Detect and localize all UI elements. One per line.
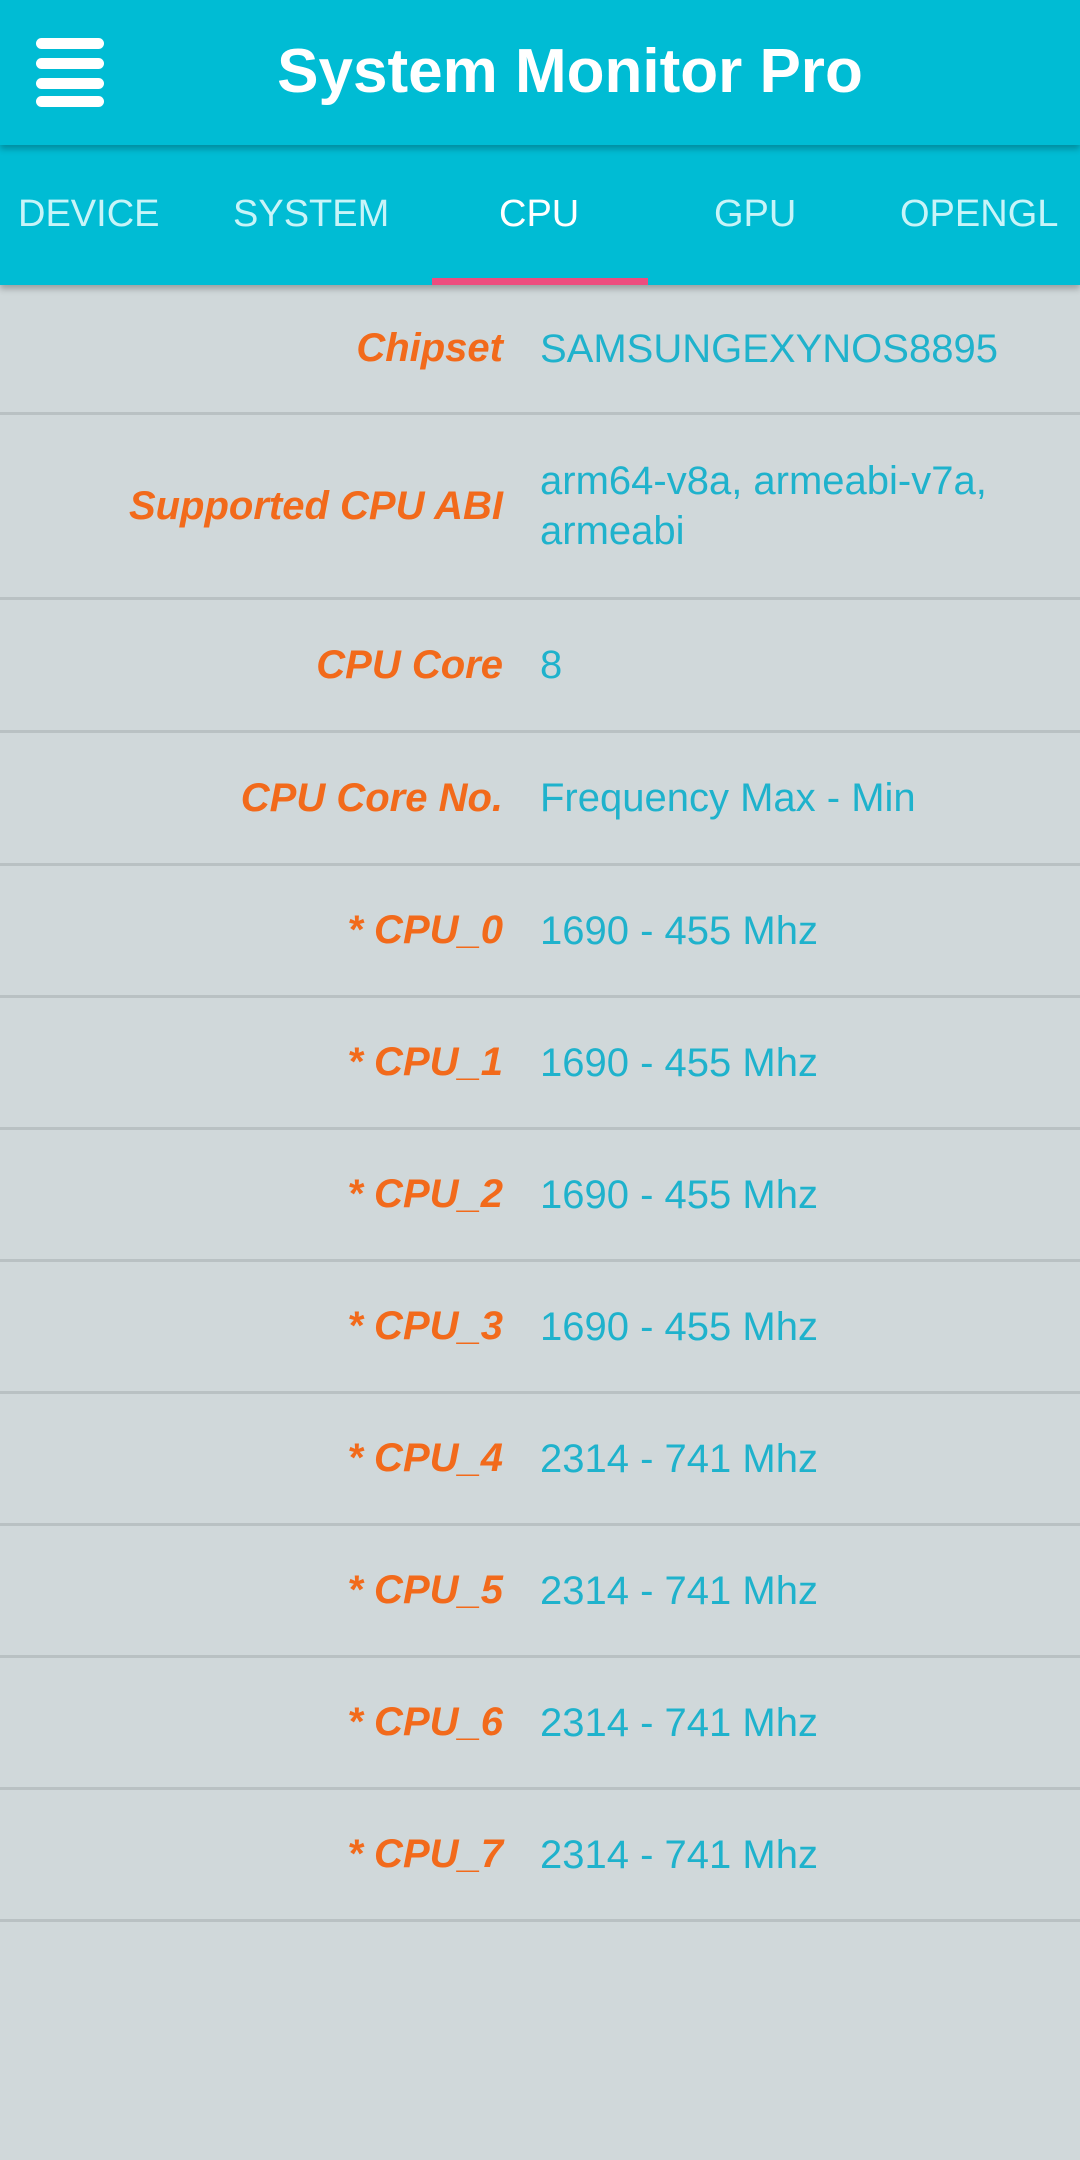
row-value: 2314 - 741 Mhz xyxy=(540,1832,818,1877)
info-row-cpu-abi: Supported CPU ABI arm64-v8a, armeabi-v7a… xyxy=(0,415,1080,600)
tab-opengl[interactable]: OPENGL xyxy=(900,193,1058,236)
row-value: 1690 - 455 Mhz xyxy=(540,1172,818,1217)
row-label: CPU Core xyxy=(316,642,503,687)
row-label: * CPU_3 xyxy=(347,1304,503,1348)
info-row-core-header: CPU Core No. Frequency Max - Min xyxy=(0,733,1080,866)
row-label: * CPU_0 xyxy=(347,908,503,952)
info-row-cpu-core: CPU Core 8 xyxy=(0,600,1080,733)
info-row-cpu-0: * CPU_0 1690 - 455 Mhz xyxy=(0,866,1080,998)
app-title: System Monitor Pro xyxy=(277,37,863,106)
row-value: 1690 - 455 Mhz xyxy=(540,1304,818,1349)
row-value: SAMSUNGEXYNOS8895 xyxy=(540,326,998,371)
row-label: * CPU_1 xyxy=(347,1040,503,1084)
info-row-cpu-5: * CPU_5 2314 - 741 Mhz xyxy=(0,1526,1080,1658)
info-row-chipset: Chipset SAMSUNGEXYNOS8895 xyxy=(0,285,1080,415)
info-row-cpu-3: * CPU_3 1690 - 455 Mhz xyxy=(0,1262,1080,1394)
row-value: arm64-v8a, armeabi-v7a, armeabi xyxy=(540,459,987,553)
info-row-cpu-1: * CPU_1 1690 - 455 Mhz xyxy=(0,998,1080,1130)
row-label: Supported CPU ABI xyxy=(128,483,503,528)
row-label: CPU Core No. xyxy=(240,775,503,820)
row-label: * CPU_6 xyxy=(347,1700,503,1744)
row-value: 2314 - 741 Mhz xyxy=(540,1436,818,1481)
info-row-cpu-7: * CPU_7 2314 - 741 Mhz xyxy=(0,1790,1080,1922)
row-value: 1690 - 455 Mhz xyxy=(540,908,818,953)
row-value: 2314 - 741 Mhz xyxy=(540,1568,818,1613)
cpu-info-list: Chipset SAMSUNGEXYNOS8895 Supported CPU … xyxy=(0,285,1080,1922)
row-label: Chipset xyxy=(356,326,503,370)
row-value: 2314 - 741 Mhz xyxy=(540,1700,818,1745)
row-value: 1690 - 455 Mhz xyxy=(540,1040,818,1085)
row-label: * CPU_5 xyxy=(347,1568,503,1612)
row-value: 8 xyxy=(540,643,563,687)
row-label: * CPU_7 xyxy=(347,1832,503,1876)
tab-system[interactable]: SYSTEM xyxy=(233,193,389,236)
tab-device[interactable]: DEVICE xyxy=(18,193,159,236)
tab-cpu[interactable]: CPU xyxy=(499,193,579,236)
info-row-cpu-2: * CPU_2 1690 - 455 Mhz xyxy=(0,1130,1080,1262)
active-tab-indicator xyxy=(432,278,648,285)
info-row-cpu-4: * CPU_4 2314 - 741 Mhz xyxy=(0,1394,1080,1526)
row-label: * CPU_2 xyxy=(347,1172,503,1216)
app-bar: System Monitor Pro xyxy=(0,0,1080,145)
row-value: Frequency Max - Min xyxy=(540,776,916,820)
tab-bar: DEVICE SYSTEM CPU GPU OPENGL xyxy=(0,145,1080,285)
info-row-cpu-6: * CPU_6 2314 - 741 Mhz xyxy=(0,1658,1080,1790)
tab-gpu[interactable]: GPU xyxy=(714,193,796,236)
row-label: * CPU_4 xyxy=(347,1436,503,1480)
